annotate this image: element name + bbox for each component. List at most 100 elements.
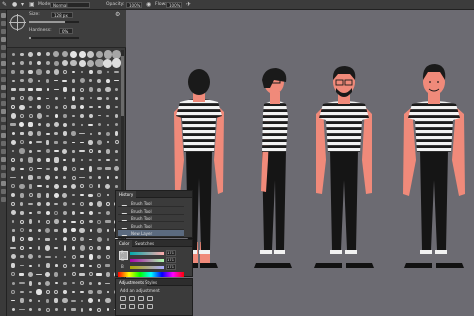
brush-preset-tip[interactable] — [69, 50, 78, 59]
brush-preset-tip[interactable] — [11, 88, 16, 91]
brush-preset-tip[interactable] — [106, 70, 110, 74]
brush-preset-tip[interactable] — [54, 228, 59, 232]
brush-preset-tip[interactable] — [62, 237, 67, 242]
brush-preset-tip[interactable] — [38, 79, 41, 82]
brush-preset-tip[interactable] — [46, 97, 50, 100]
opacity-input[interactable]: 100% — [126, 2, 142, 8]
brush-preset-tip[interactable] — [71, 175, 76, 180]
brush-preset-tip[interactable] — [61, 51, 68, 58]
brush-preset-tip[interactable] — [53, 192, 59, 198]
history-state-row[interactable]: Brush Tool — [118, 215, 184, 222]
brush-preset-tip[interactable] — [96, 228, 102, 233]
brush-preset-tip[interactable] — [11, 228, 16, 232]
brush-preset-tip[interactable] — [20, 52, 24, 57]
brush-preset-tip[interactable] — [54, 131, 59, 136]
brush-preset-tip[interactable] — [71, 237, 76, 242]
brush-preset-tip[interactable] — [89, 79, 92, 83]
brush-preset-tip[interactable] — [70, 220, 77, 223]
brush-preset-tip[interactable] — [46, 298, 50, 303]
size-slider[interactable] — [29, 21, 79, 23]
brush-preset-tip[interactable] — [79, 273, 85, 276]
tool-button[interactable] — [1, 13, 6, 18]
brush-preset-tip[interactable] — [10, 113, 16, 119]
tool-button[interactable] — [1, 29, 6, 34]
brush-preset-tip[interactable] — [97, 87, 102, 92]
brush-preset-tip[interactable] — [88, 272, 93, 277]
brush-preset-tip[interactable] — [54, 141, 59, 144]
brush-preset-tip[interactable] — [71, 308, 76, 311]
brush-preset-tip[interactable] — [28, 175, 33, 180]
brush-preset-tip[interactable] — [45, 61, 50, 66]
brush-preset-tip[interactable] — [105, 282, 111, 284]
brush-preset-tip[interactable] — [63, 281, 67, 285]
brush-preset-tip[interactable] — [105, 202, 110, 206]
brush-preset-tip[interactable] — [88, 140, 93, 145]
brush-preset-tip[interactable] — [37, 211, 41, 215]
brush-preset-tip[interactable] — [114, 87, 119, 92]
brush-preset-tip[interactable] — [105, 254, 110, 259]
brush-preset-tip[interactable] — [63, 308, 67, 311]
tool-button[interactable] — [1, 173, 6, 178]
brush-preset-tip[interactable] — [72, 282, 75, 285]
brush-preset-tip[interactable] — [62, 113, 67, 119]
brush-preset-tip[interactable] — [46, 88, 49, 91]
brush-preset-tip[interactable] — [46, 192, 50, 198]
brush-preset-tip[interactable] — [45, 227, 51, 233]
size-input[interactable]: 128 px — [51, 12, 73, 18]
brush-tool-icon[interactable]: ✎ — [2, 1, 7, 9]
brush-preset-tip[interactable] — [97, 246, 102, 250]
brush-preset-tip[interactable] — [45, 52, 50, 57]
brush-preset-tip[interactable] — [28, 203, 33, 205]
brush-preset-tip[interactable] — [71, 254, 76, 259]
brush-preset-tip[interactable] — [11, 69, 16, 75]
brush-preset-tip[interactable] — [45, 245, 51, 251]
brush-preset-tip[interactable] — [80, 96, 84, 101]
brush-preset-tip[interactable] — [115, 149, 118, 153]
brush-preset-tip[interactable] — [18, 88, 25, 91]
brush-preset-tip[interactable] — [29, 211, 32, 214]
brush-preset-tip[interactable] — [54, 80, 59, 82]
brush-preset-tip[interactable] — [105, 183, 111, 189]
brush-preset-tip[interactable] — [88, 254, 93, 260]
brush-preset-tip[interactable] — [63, 245, 67, 251]
brush-preset-tip[interactable] — [71, 194, 76, 197]
brush-preset-tip[interactable] — [54, 105, 58, 109]
brush-preset-tip[interactable] — [62, 263, 67, 268]
brush-preset-tip[interactable] — [53, 183, 59, 189]
brush-preset-tip[interactable] — [87, 59, 95, 67]
brush-preset-tip[interactable] — [19, 122, 25, 128]
brush-preset-tip[interactable] — [80, 211, 84, 214]
brush-preset-tip[interactable] — [20, 175, 24, 180]
brush-preset-tip[interactable] — [45, 307, 50, 312]
brush-preset-tip[interactable] — [97, 263, 102, 268]
brush-preset-tip[interactable] — [19, 273, 25, 276]
brush-preset-tip[interactable] — [45, 105, 50, 110]
brush-preset-tip[interactable] — [54, 157, 59, 163]
brush-preset-tip[interactable] — [62, 105, 67, 110]
tool-button[interactable] — [1, 117, 6, 122]
brush-preset-tip[interactable] — [78, 50, 86, 58]
history-state-row[interactable]: Brush Tool — [118, 223, 184, 230]
brush-preset-tip[interactable] — [62, 70, 67, 74]
brush-preset-tip[interactable] — [72, 149, 75, 153]
history-state-row[interactable]: New Layer — [118, 230, 184, 237]
hardness-input[interactable]: 0% — [59, 28, 73, 34]
brush-preset-tip[interactable] — [10, 254, 16, 260]
brush-preset-tip[interactable] — [37, 299, 41, 302]
brush-preset-tip[interactable] — [115, 158, 118, 162]
brush-preset-tip[interactable] — [71, 70, 76, 74]
brush-preset-tip[interactable] — [36, 185, 42, 188]
brush-preset-tip[interactable] — [36, 201, 42, 207]
brush-preset-tip[interactable] — [114, 166, 119, 172]
tab-color[interactable]: Color — [116, 240, 133, 247]
brush-preset-tip[interactable] — [55, 281, 58, 285]
brush-preset-tip[interactable] — [114, 175, 119, 180]
brush-preset-tip[interactable] — [95, 58, 104, 68]
brush-preset-tip[interactable] — [20, 291, 24, 293]
brush-picker-icon[interactable]: ● — [12, 1, 17, 9]
brush-preset-tip[interactable] — [96, 289, 102, 295]
brush-preset-tip[interactable] — [11, 61, 15, 65]
brush-preset-tip[interactable] — [79, 150, 85, 153]
brush-preset-tip[interactable] — [89, 176, 92, 179]
tool-button[interactable] — [1, 101, 6, 106]
